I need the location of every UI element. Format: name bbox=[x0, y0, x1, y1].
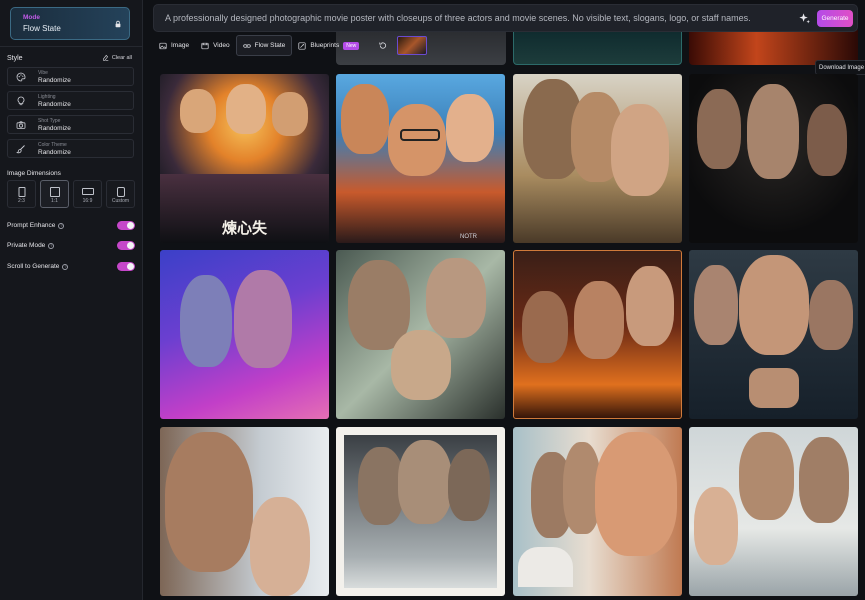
image-icon bbox=[159, 42, 167, 49]
lighting-title: Lighting bbox=[38, 94, 56, 100]
app-root: Mode Flow State Style Clear all Vibe Ran… bbox=[0, 0, 865, 600]
reference-image-thumbnail[interactable] bbox=[397, 36, 428, 55]
generate-button[interactable]: Generate bbox=[817, 10, 853, 27]
dimension-custom[interactable]: Custom bbox=[106, 180, 135, 208]
tab-video-label: Video bbox=[213, 42, 230, 49]
shot-type-title: Shot Type bbox=[38, 118, 61, 124]
lightbulb-icon bbox=[17, 96, 25, 106]
dimension-1-1[interactable]: 1:1 bbox=[40, 180, 69, 208]
gallery-image[interactable] bbox=[513, 250, 682, 419]
custom-shape-icon bbox=[116, 187, 125, 197]
image-dimensions-heading: Image Dimensions bbox=[7, 170, 61, 177]
dimension-label: Custom bbox=[111, 198, 130, 204]
gallery-image[interactable] bbox=[513, 427, 682, 596]
gallery-image[interactable] bbox=[689, 74, 858, 243]
prompt-enhance-row: Prompt Enhance? bbox=[7, 221, 135, 231]
mode-label: Mode bbox=[23, 14, 40, 21]
sidebar: Mode Flow State Style Clear all Vibe Ran… bbox=[0, 0, 143, 600]
link-icon bbox=[242, 43, 251, 48]
glasses-detail bbox=[400, 129, 440, 141]
clear-all-label: Clear all bbox=[111, 54, 132, 61]
portrait-shape-icon bbox=[18, 187, 25, 197]
tab-image[interactable]: Image bbox=[153, 35, 195, 56]
tab-image-label: Image bbox=[171, 42, 190, 49]
dimension-label: 1:1 bbox=[51, 198, 58, 204]
color-theme-value: Randomize bbox=[38, 149, 71, 156]
brush-icon bbox=[16, 145, 25, 154]
mode-value: Flow State bbox=[23, 24, 61, 33]
blueprint-icon bbox=[298, 41, 306, 50]
poster-small-mark: NOTR bbox=[460, 234, 477, 240]
scroll-to-generate-label: Scroll to Generate bbox=[7, 263, 60, 270]
mode-toolbar: Image Video Flow State Blueprints New bbox=[153, 35, 428, 56]
tab-flow-state-label: Flow State bbox=[254, 42, 286, 49]
undo-icon bbox=[379, 42, 386, 49]
style-option-lighting[interactable]: Lighting Randomize bbox=[7, 91, 134, 110]
download-image-tooltip: Download Image bbox=[815, 60, 865, 75]
lighting-value: Randomize bbox=[38, 101, 71, 108]
gallery-image[interactable]: NOTR bbox=[336, 74, 505, 243]
clear-all-button[interactable]: Clear all bbox=[102, 54, 132, 61]
gallery-image[interactable] bbox=[336, 250, 505, 419]
landscape-shape-icon bbox=[81, 188, 94, 195]
gallery-image[interactable] bbox=[689, 250, 858, 419]
dimension-label: 16:9 bbox=[82, 198, 93, 204]
gallery-image[interactable] bbox=[336, 427, 505, 596]
gallery-image[interactable] bbox=[160, 250, 329, 419]
gallery-image[interactable] bbox=[689, 427, 858, 596]
square-shape-icon bbox=[49, 187, 60, 197]
dimension-2-3[interactable]: 2:3 bbox=[7, 180, 36, 208]
vibe-title: Vibe bbox=[38, 70, 48, 76]
gallery-image[interactable] bbox=[160, 427, 329, 596]
sidebar-divider bbox=[0, 46, 143, 47]
clear-icon bbox=[102, 54, 109, 61]
mode-selector[interactable]: Mode Flow State bbox=[10, 7, 130, 40]
prompt-enhance-label: Prompt Enhance bbox=[7, 222, 56, 229]
gallery-image[interactable] bbox=[513, 74, 682, 243]
tab-blueprints[interactable]: Blueprints New bbox=[292, 35, 365, 56]
lock-icon bbox=[115, 20, 121, 28]
dimension-label: 2:3 bbox=[18, 198, 25, 204]
camera-icon bbox=[16, 121, 26, 129]
tab-flow-state[interactable]: Flow State bbox=[235, 35, 293, 56]
style-option-shot-type[interactable]: Shot Type Randomize bbox=[7, 115, 134, 134]
info-icon[interactable]: ? bbox=[48, 242, 55, 249]
shot-type-value: Randomize bbox=[38, 125, 71, 132]
tab-blueprints-label: Blueprints bbox=[310, 42, 340, 49]
gallery-image-partial[interactable] bbox=[513, 30, 682, 65]
info-icon[interactable]: ? bbox=[62, 263, 69, 270]
private-mode-row: Private Mode? bbox=[7, 241, 135, 251]
video-icon bbox=[201, 42, 209, 49]
sparkle-icon[interactable] bbox=[798, 12, 811, 25]
undo-button[interactable] bbox=[373, 35, 391, 56]
style-heading: Style bbox=[7, 55, 23, 62]
gallery-image[interactable]: 煉心失 bbox=[160, 74, 329, 243]
tab-video[interactable]: Video bbox=[195, 35, 236, 56]
style-option-vibe[interactable]: Vibe Randomize bbox=[7, 67, 134, 86]
palette-icon bbox=[16, 72, 26, 82]
poster-title-art: 煉心失 bbox=[221, 219, 268, 237]
info-icon[interactable]: ? bbox=[58, 222, 65, 229]
style-option-color-theme[interactable]: Color Theme Randomize bbox=[7, 139, 134, 158]
dimension-16-9[interactable]: 16:9 bbox=[73, 180, 102, 208]
scroll-to-generate-toggle[interactable] bbox=[117, 262, 135, 271]
new-badge: New bbox=[343, 41, 360, 50]
prompt-bar: A professionally designed photographic m… bbox=[153, 4, 858, 32]
private-mode-toggle[interactable] bbox=[117, 241, 135, 250]
prompt-enhance-toggle[interactable] bbox=[117, 221, 135, 230]
private-mode-label: Private Mode bbox=[7, 242, 46, 249]
vibe-value: Randomize bbox=[38, 77, 71, 84]
color-theme-title: Color Theme bbox=[38, 142, 67, 148]
prompt-input[interactable]: A professionally designed photographic m… bbox=[165, 13, 751, 23]
scroll-to-generate-row: Scroll to Generate? bbox=[7, 262, 135, 272]
